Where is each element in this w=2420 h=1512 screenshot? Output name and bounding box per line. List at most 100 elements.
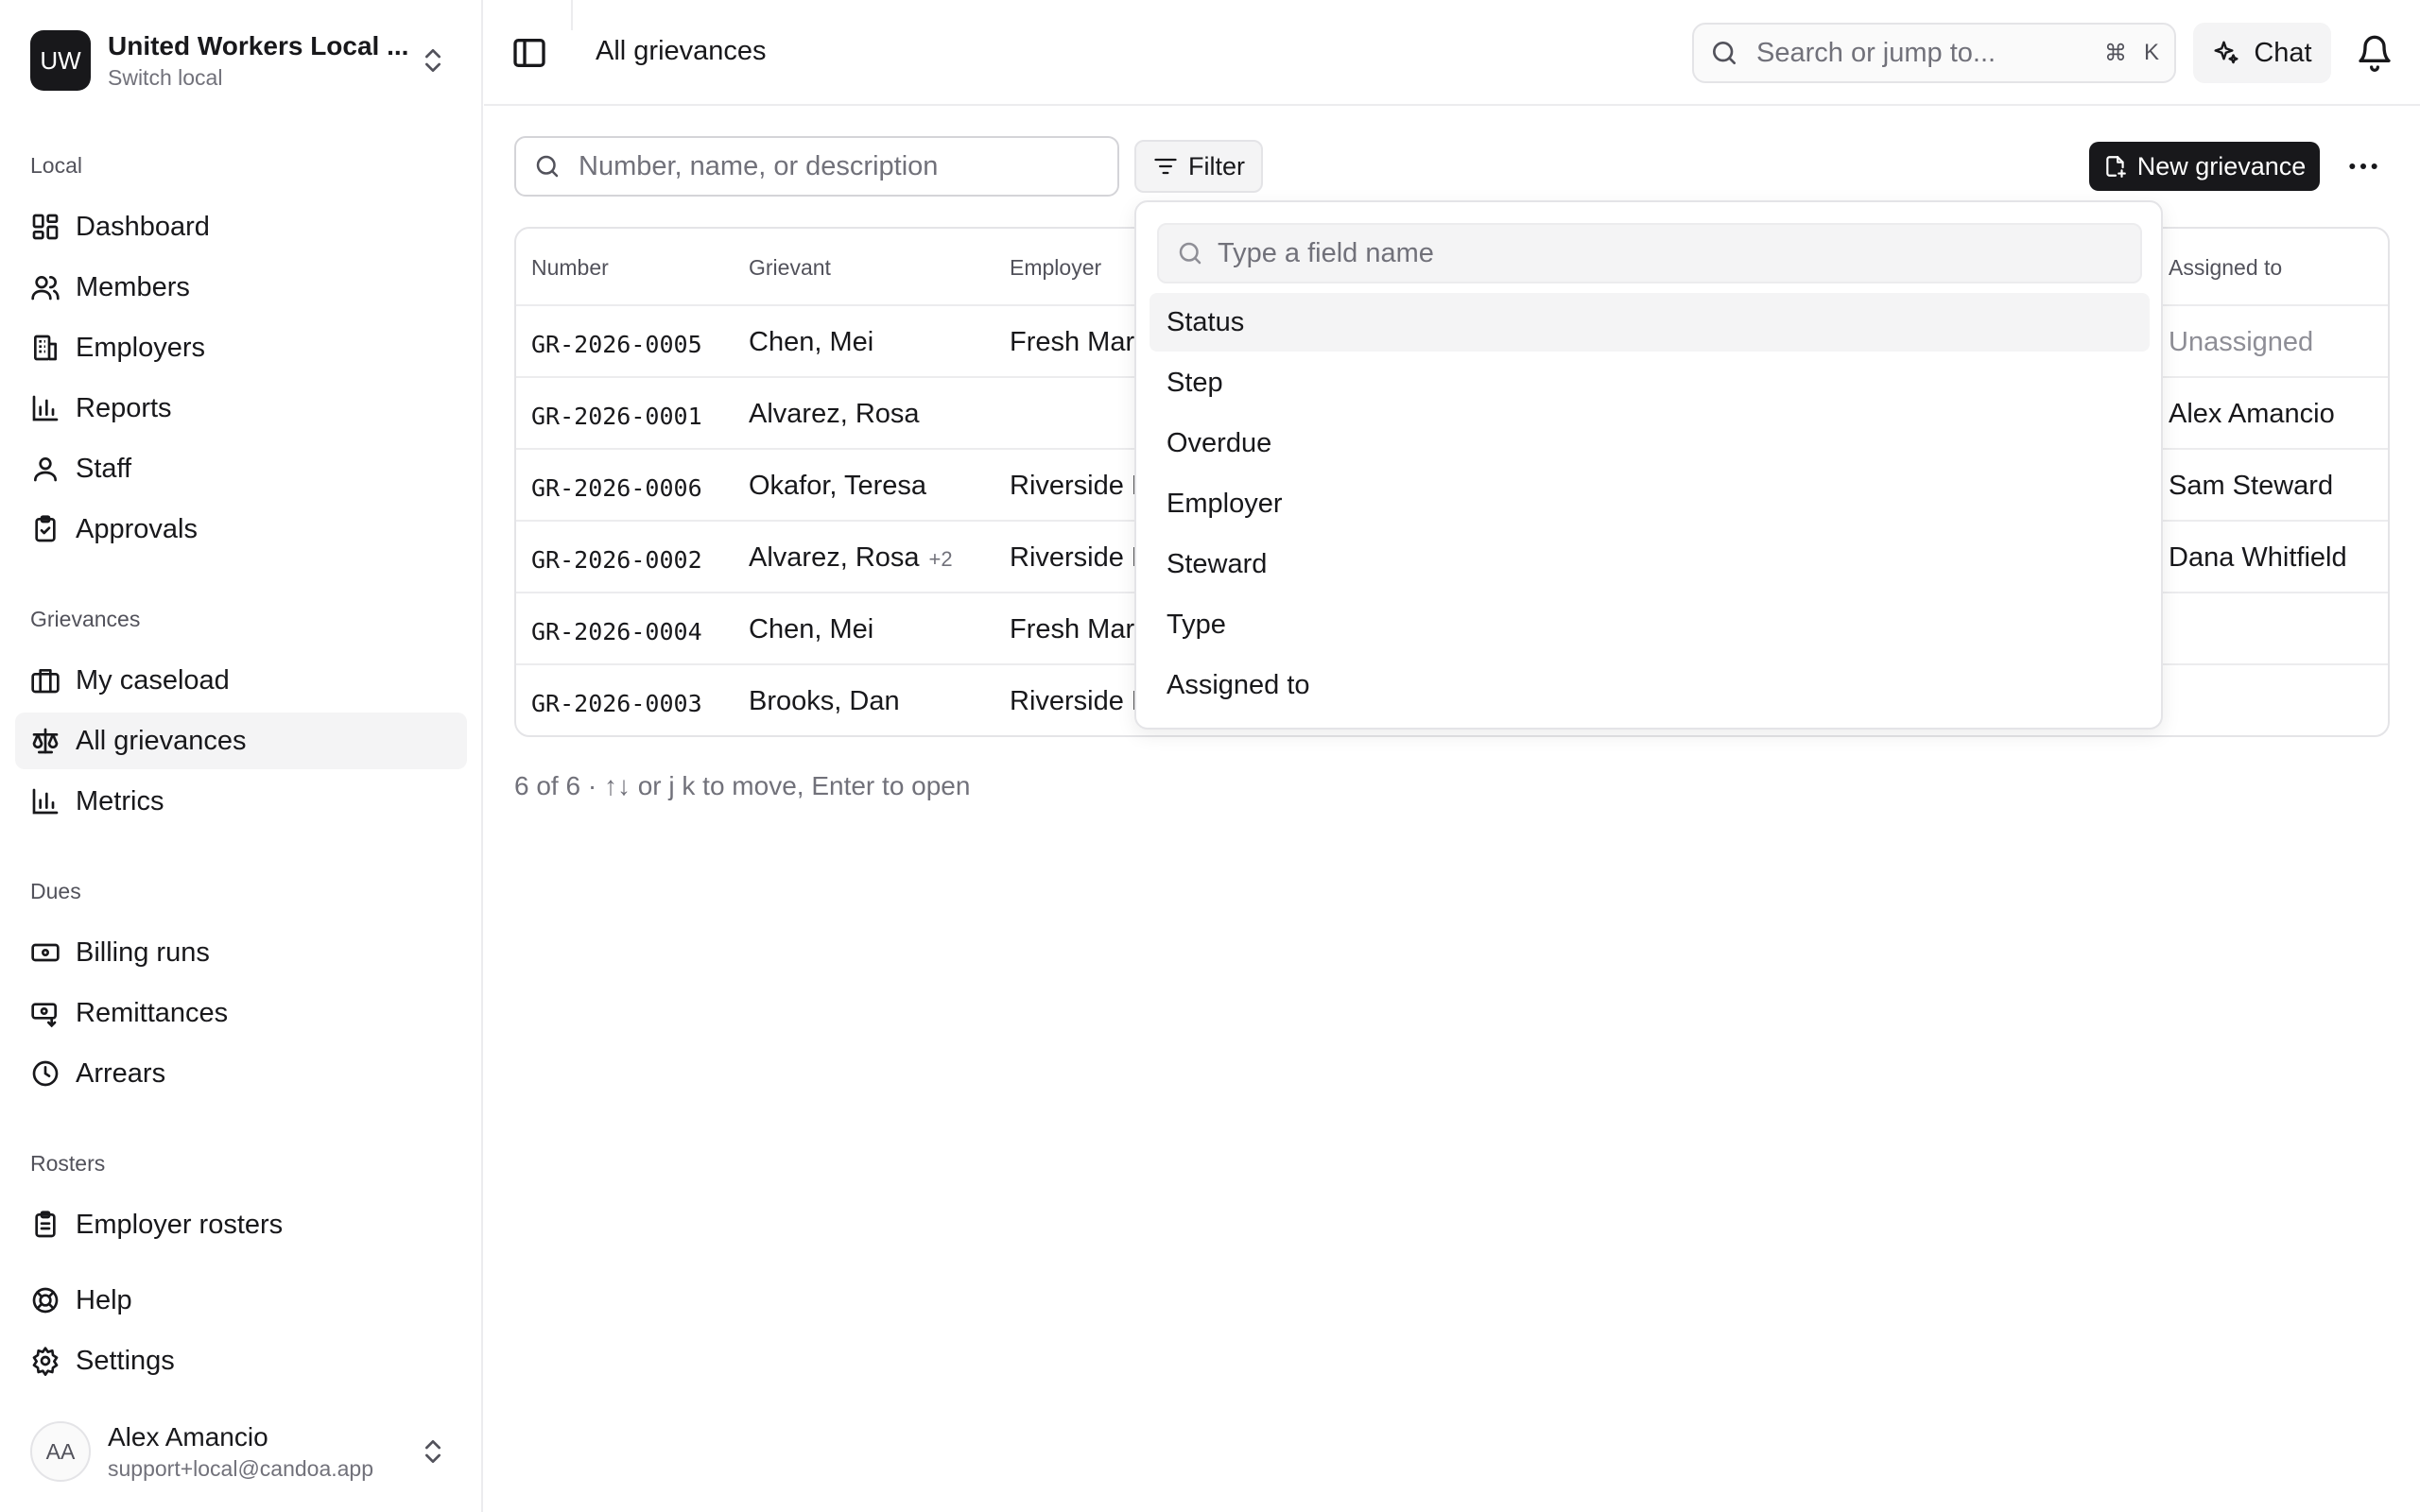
grievance-number: GR-2026-0002 bbox=[531, 546, 702, 574]
building-icon bbox=[34, 335, 57, 361]
grievant-name: Alvarez, Rosa +2 bbox=[749, 542, 953, 573]
assigned-to: Sam Steward bbox=[2169, 471, 2334, 501]
search-icon bbox=[1713, 42, 1736, 64]
more-options-icon[interactable] bbox=[2344, 147, 2382, 185]
field-name-search-placeholder: Type a field name bbox=[1218, 237, 1434, 268]
assigned-to: Dana Whitfield bbox=[2169, 542, 2347, 573]
sidebar-item-label: Remittances bbox=[76, 997, 229, 1028]
sidebar-item-approvals[interactable]: Approvals bbox=[15, 501, 467, 558]
filter-option-type[interactable]: Type bbox=[1150, 595, 2150, 654]
sidebar-item-metrics[interactable]: Metrics bbox=[15, 773, 467, 830]
filter-option-employer[interactable]: Employer bbox=[1150, 474, 2150, 533]
sidebar-item-label: Members bbox=[76, 271, 190, 302]
sidebar-item-label: Staff bbox=[76, 453, 132, 484]
grievant-name: Alvarez, Rosa bbox=[749, 399, 920, 429]
employer-name: Riverside F bbox=[1010, 542, 1149, 573]
global-search[interactable]: Search or jump to... ⌘ K bbox=[1692, 23, 2176, 83]
sidebar-item-label: All grievances bbox=[76, 725, 247, 756]
employer-name: Riverside F bbox=[1010, 686, 1149, 716]
bar-chart-icon bbox=[32, 788, 59, 815]
filter-field-dropdown: Type a field name Status Step Overdue Em… bbox=[1134, 200, 2163, 730]
filter-option-steward[interactable]: Steward bbox=[1150, 535, 2150, 593]
grievance-number: GR-2026-0005 bbox=[531, 331, 702, 358]
clock-icon bbox=[32, 1060, 59, 1087]
file-plus-icon bbox=[2105, 156, 2126, 178]
sidebar-toggle-icon[interactable] bbox=[510, 34, 548, 72]
section-label-rosters: Rosters bbox=[30, 1151, 106, 1176]
grievance-number: GR-2026-0004 bbox=[531, 618, 702, 645]
filter-option-step[interactable]: Step bbox=[1150, 353, 2150, 412]
chat-label: Chat bbox=[2254, 37, 2312, 68]
sidebar-item-settings[interactable]: Settings bbox=[15, 1332, 467, 1389]
sidebar-item-my-caseload[interactable]: My caseload bbox=[15, 652, 467, 709]
sidebar-item-arrears[interactable]: Arrears bbox=[15, 1045, 467, 1102]
column-header-employer[interactable]: Employer bbox=[1010, 255, 1101, 281]
user-email: support+local@candoa.app bbox=[108, 1455, 374, 1481]
sidebar-item-label: Billing runs bbox=[76, 936, 210, 968]
sidebar-item-employers[interactable]: Employers bbox=[15, 319, 467, 376]
org-subtitle: Switch local bbox=[108, 64, 223, 90]
filter-label: Filter bbox=[1188, 151, 1245, 180]
filter-option-overdue[interactable]: Overdue bbox=[1150, 414, 2150, 472]
chevron-up-down-icon bbox=[425, 1440, 441, 1463]
sidebar-item-label: Settings bbox=[76, 1345, 175, 1376]
org-name: United Workers Local ... bbox=[108, 30, 409, 60]
extra-grievants-badge: +2 bbox=[928, 547, 953, 571]
field-name-search-input[interactable]: Type a field name bbox=[1157, 223, 2142, 284]
employer-name: Riverside F bbox=[1010, 471, 1149, 501]
sidebar-item-billing-runs[interactable]: Billing runs bbox=[15, 924, 467, 981]
grievant-name: Brooks, Dan bbox=[749, 686, 900, 716]
sidebar-item-label: Arrears bbox=[76, 1057, 166, 1089]
new-grievance-button[interactable]: New grievance bbox=[2089, 142, 2320, 191]
sidebar-item-dashboard[interactable]: Dashboard bbox=[15, 198, 467, 255]
new-grievance-label: New grievance bbox=[2136, 151, 2307, 180]
local-switcher[interactable]: UW United Workers Local ... Switch local bbox=[15, 15, 459, 106]
employer-name: Fresh Mar bbox=[1010, 614, 1135, 644]
grievant-name: Chen, Mei bbox=[749, 327, 874, 357]
sidebar-item-reports[interactable]: Reports bbox=[15, 380, 467, 437]
bell-icon[interactable] bbox=[2356, 34, 2394, 72]
section-label-local: Local bbox=[30, 153, 82, 178]
assigned-to: Unassigned bbox=[2169, 327, 2314, 357]
column-header-number[interactable]: Number bbox=[531, 255, 609, 281]
filter-option-assigned-to[interactable]: Assigned to bbox=[1150, 656, 2150, 714]
column-header-assigned-to[interactable]: Assigned to bbox=[2169, 255, 2282, 281]
org-logo: UW bbox=[30, 30, 91, 91]
sidebar-item-all-grievances[interactable]: All grievances bbox=[15, 713, 467, 769]
gear-icon bbox=[32, 1347, 59, 1376]
filter-icon bbox=[1154, 158, 1177, 175]
avatar: AA bbox=[30, 1421, 91, 1482]
sidebar-item-members[interactable]: Members bbox=[15, 259, 467, 316]
shortcut-key: K bbox=[2143, 40, 2159, 65]
grievance-number: GR-2026-0001 bbox=[531, 403, 702, 430]
sidebar-item-label: Approvals bbox=[76, 513, 198, 544]
user-menu[interactable]: AA Alex Amancio support+local@candoa.app bbox=[15, 1418, 459, 1486]
grievant-name: Chen, Mei bbox=[749, 614, 874, 644]
global-search-placeholder: Search or jump to... bbox=[1756, 37, 1996, 68]
clipboard-check-icon bbox=[35, 515, 56, 542]
grievance-search-input[interactable]: Number, name, or description bbox=[514, 136, 1119, 197]
sidebar-item-help[interactable]: Help bbox=[15, 1272, 467, 1329]
users-icon bbox=[31, 276, 60, 301]
sidebar-item-remittances[interactable]: Remittances bbox=[15, 985, 467, 1041]
section-label-dues: Dues bbox=[30, 879, 81, 903]
divider bbox=[571, 0, 573, 30]
user-icon bbox=[34, 457, 57, 482]
sidebar-item-label: Dashboard bbox=[76, 211, 210, 242]
sparkles-icon bbox=[2214, 41, 2238, 64]
grievant-name: Okafor, Teresa bbox=[749, 471, 927, 501]
grievance-search-placeholder: Number, name, or description bbox=[579, 150, 939, 181]
filter-button[interactable]: Filter bbox=[1134, 140, 1263, 193]
employer-name: Fresh Mar bbox=[1010, 327, 1135, 357]
sidebar: UW United Workers Local ... Switch local… bbox=[0, 0, 483, 1512]
sidebar-item-label: My caseload bbox=[76, 664, 230, 696]
bar-chart-icon bbox=[32, 395, 59, 421]
sidebar-item-employer-rosters[interactable]: Employer rosters bbox=[15, 1196, 467, 1253]
chat-button[interactable]: Chat bbox=[2193, 23, 2331, 83]
banknote-icon bbox=[31, 943, 60, 962]
grievance-number: GR-2026-0003 bbox=[531, 690, 702, 717]
filter-option-status[interactable]: Status bbox=[1150, 293, 2150, 352]
sidebar-item-staff[interactable]: Staff bbox=[15, 440, 467, 497]
remittance-icon bbox=[31, 1003, 57, 1028]
column-header-grievant[interactable]: Grievant bbox=[749, 255, 831, 281]
